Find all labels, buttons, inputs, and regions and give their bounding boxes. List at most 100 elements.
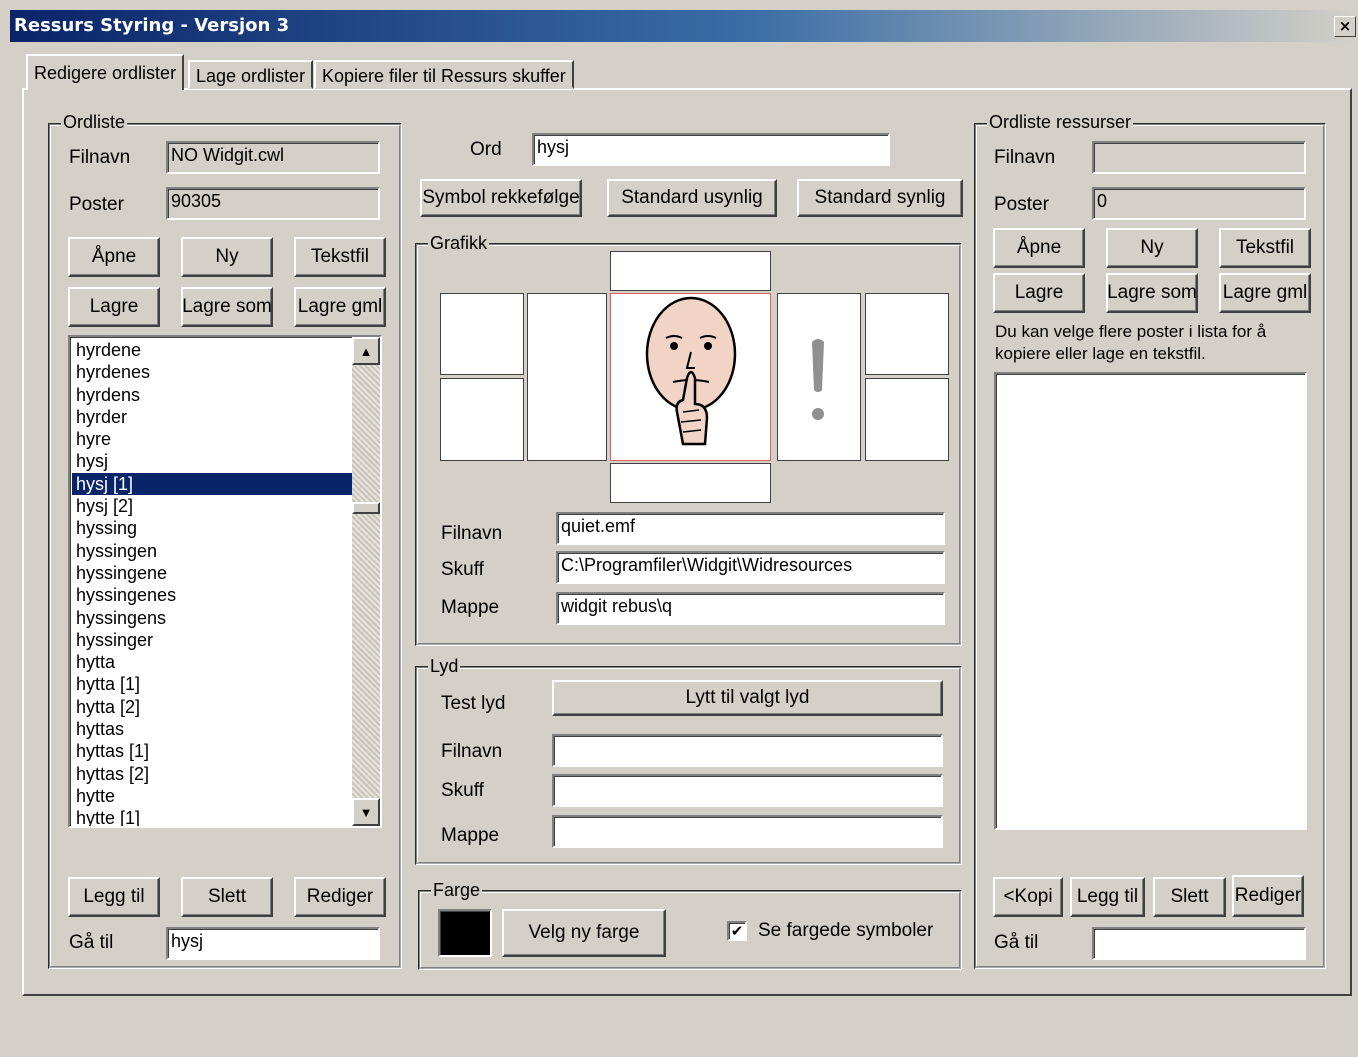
tab-redigere-ordlister[interactable]: Redigere ordlister [26,54,185,90]
res-poster-label: Poster [994,194,1049,215]
farge-legend: Farge [431,880,483,901]
textfile-button[interactable]: Tekstfil [294,237,386,277]
list-item[interactable]: hyssingens [72,607,354,629]
symbol-slot-right-tall[interactable] [777,293,861,461]
scroll-down-icon[interactable]: ▼ [352,798,380,826]
res-save-button[interactable]: Lagre [993,273,1085,313]
res-poster-field[interactable]: 0 [1092,187,1306,220]
color-swatch[interactable] [438,909,492,957]
save-old-button[interactable]: Lagre gml [294,287,386,327]
ordliste-legend: Ordliste [61,112,128,133]
list-item[interactable]: hyre [72,428,354,450]
show-colored-checkbox[interactable]: ✔ [727,921,747,941]
list-item[interactable]: hysj [1] [72,472,354,496]
list-item[interactable]: hyttas [2] [72,763,354,785]
list-item[interactable]: hyrdenes [72,361,354,383]
graphic-mappe-label: Mappe [441,597,500,618]
list-item[interactable]: hytta [2] [72,696,354,718]
tab-label: Lage ordlister [196,66,306,86]
sound-filnavn-input[interactable] [552,734,943,767]
scroll-thumb[interactable] [352,502,380,514]
list-item[interactable]: hyssingenes [72,584,354,606]
goto-input[interactable]: hysj [166,927,380,960]
symbol-slot-left-top[interactable] [440,293,524,375]
res-delete-button[interactable]: Slett [1153,877,1226,917]
sound-mappe-input[interactable] [552,815,943,848]
res-goto-label: Gå til [994,932,1039,953]
grafikk-legend: Grafikk [428,233,490,254]
list-item[interactable]: hyssing [72,517,354,539]
ord-input[interactable]: hysj [532,133,890,166]
save-button[interactable]: Lagre [68,287,160,327]
show-colored-label: Se fargede symboler [758,920,934,941]
word-list[interactable]: hyrdene hyrdenes hyrdens hyrder hyre hysj hysj… [68,335,382,828]
default-visible-button[interactable]: Standard synlig [797,179,963,217]
word-list-scrollbar[interactable] [352,337,380,826]
sound-skuff-input[interactable] [552,774,943,807]
new-button[interactable]: Ny [181,237,273,277]
filnavn-label: Filnavn [69,147,131,168]
word-list-items: hyrdene hyrdenes hyrdens hyrder hyre hysj hysj… [72,339,354,826]
copy-button[interactable]: <Kopi [993,877,1063,917]
list-item[interactable]: hytte [72,785,354,807]
tab-label: Redigere ordlister [34,63,177,83]
symbol-slot-left-tall[interactable] [527,293,607,461]
delete-button[interactable]: Slett [181,877,273,917]
tab-kopiere-filer[interactable]: Kopiere filer til Ressurs skuffer [314,60,574,89]
res-save-as-button[interactable]: Lagre som [1106,273,1198,313]
symbol-slot-top[interactable] [610,251,771,291]
symbol-slot-bottom[interactable] [610,463,771,503]
list-item[interactable]: hytta [1] [72,673,354,695]
list-item[interactable]: hytte [1] [72,807,354,826]
symbol-order-button[interactable]: Symbol rekkefølge [420,179,582,217]
res-open-button[interactable]: Åpne [993,228,1085,268]
list-item[interactable]: hysj [72,450,354,472]
graphic-filnavn-input[interactable]: quiet.emf [556,512,945,545]
ressurser-legend: Ordliste ressurser [987,112,1134,133]
graphic-skuff-input[interactable]: C:\Programfiler\Widgit\Widresources [556,551,945,584]
graphic-mappe-input[interactable]: widgit rebus\q [556,592,945,625]
list-item[interactable]: hyrdene [72,339,354,361]
res-add-button[interactable]: Legg til [1070,877,1145,917]
symbol-slot-right-bottom[interactable] [865,378,949,461]
list-item[interactable]: hyttas [1] [72,740,354,762]
list-item[interactable]: hyrder [72,406,354,428]
goto-label: Gå til [69,932,114,953]
symbol-slot-main[interactable] [610,293,771,461]
list-item[interactable]: hyssinger [72,629,354,651]
exclamation-icon [812,339,824,420]
res-save-old-button[interactable]: Lagre gml [1219,273,1311,313]
tab-lage-ordlister[interactable]: Lage ordlister [188,60,314,89]
choose-color-button[interactable]: Velg ny farge [502,909,666,957]
list-item[interactable]: hyssingene [72,562,354,584]
open-button[interactable]: Åpne [68,237,160,277]
edit-button[interactable]: Rediger [294,877,386,917]
res-filnavn-field[interactable] [1092,141,1306,174]
filnavn-field[interactable]: NO Widgit.cwl [166,141,380,174]
res-hint-text: Du kan velge flere poster i lista for å … [995,322,1267,363]
close-button[interactable]: × [1334,16,1356,37]
list-item[interactable]: hyssingen [72,540,354,562]
listen-button[interactable]: Lytt til valgt lyd [552,680,943,716]
res-filnavn-label: Filnavn [994,147,1056,168]
default-invisible-button[interactable]: Standard usynlig [607,179,777,217]
sound-filnavn-label: Filnavn [441,741,503,762]
symbol-slot-right-top[interactable] [865,293,949,375]
res-textfile-button[interactable]: Tekstfil [1219,228,1311,268]
list-item[interactable]: hyrdens [72,384,354,406]
scroll-up-icon[interactable]: ▲ [352,337,380,365]
ord-label: Ord [470,139,502,160]
poster-label: Poster [69,194,124,215]
save-as-button[interactable]: Lagre som [181,287,273,327]
res-new-button[interactable]: Ny [1106,228,1198,268]
res-list[interactable] [994,372,1307,830]
list-item[interactable]: hyttas [72,718,354,740]
symbol-slot-left-bottom[interactable] [440,378,524,461]
res-goto-input[interactable] [1092,927,1306,960]
lyd-legend: Lyd [428,656,461,677]
poster-field[interactable]: 90305 [166,187,380,220]
list-item[interactable]: hysj [2] [72,495,354,517]
list-item[interactable]: hytta [72,651,354,673]
add-button[interactable]: Legg til [68,877,160,917]
res-edit-button[interactable]: Rediger [1232,875,1304,917]
